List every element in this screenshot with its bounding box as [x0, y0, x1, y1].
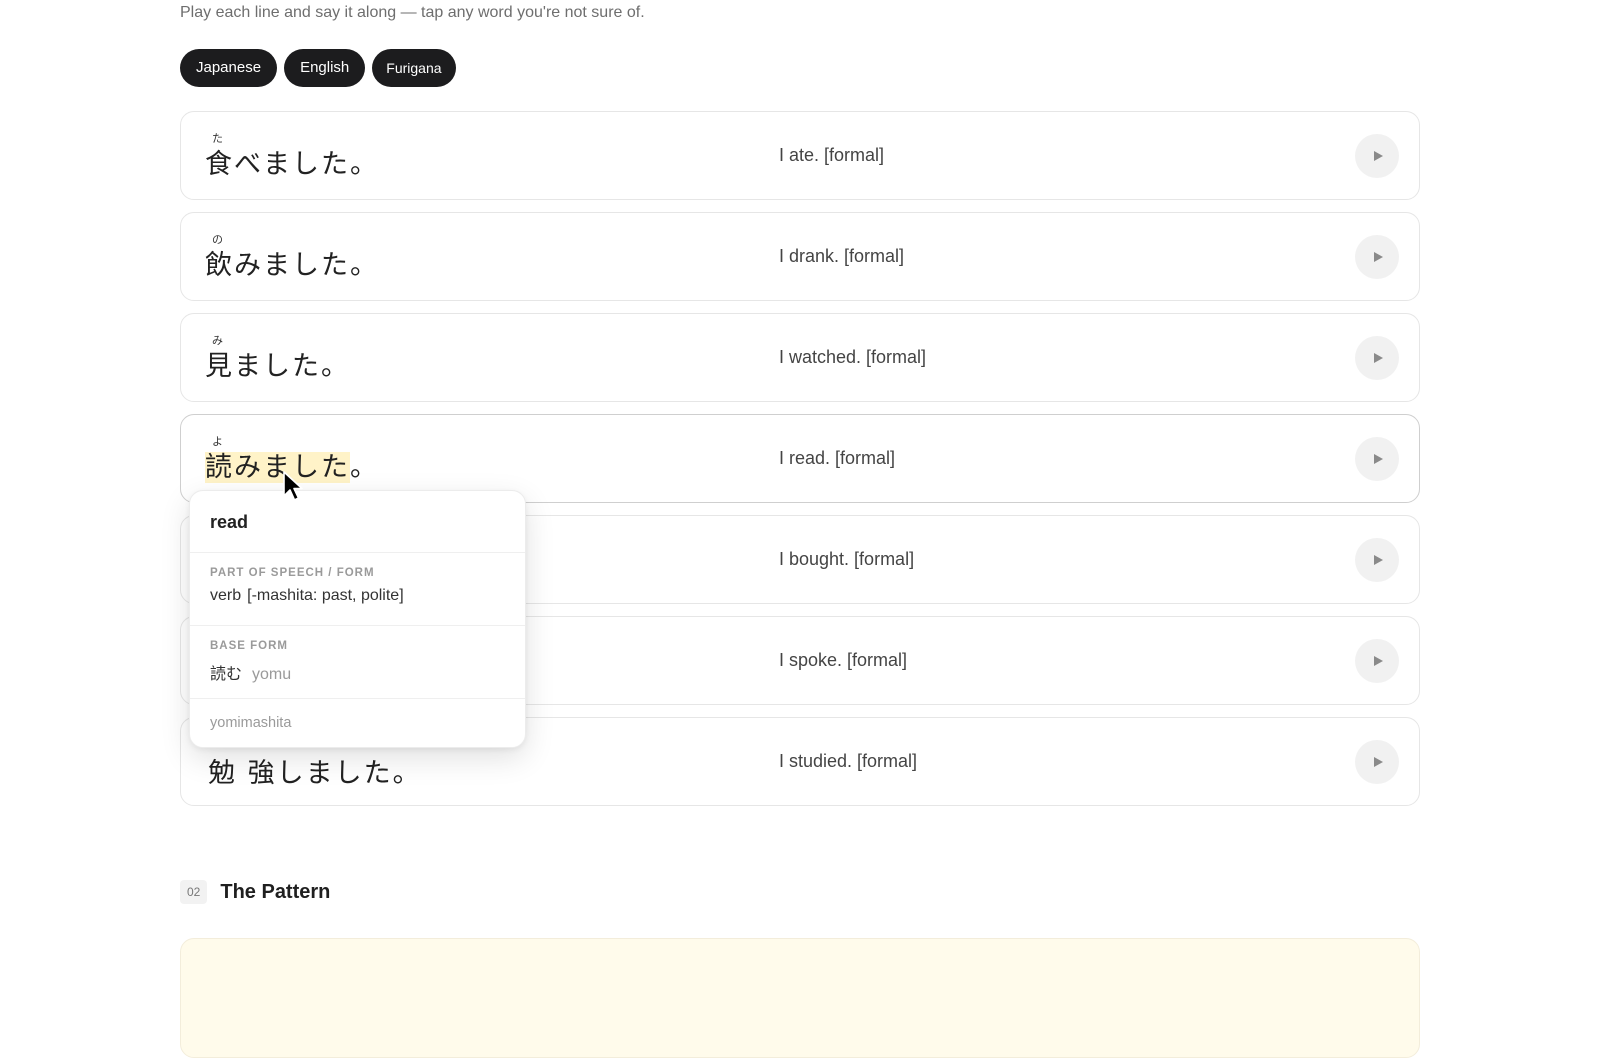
toggle-japanese[interactable]: Japanese	[180, 49, 278, 87]
play-icon	[1374, 353, 1383, 363]
mouse-pointer-icon	[283, 471, 303, 501]
english-translation: I watched. [formal]	[779, 347, 927, 367]
pos: verb	[210, 587, 242, 604]
toggle-english[interactable]: English	[284, 49, 366, 87]
english-translation: I drank. [formal]	[779, 246, 905, 266]
play-icon	[1374, 656, 1383, 666]
toggle-furigana[interactable]: Furigana	[372, 49, 456, 87]
page-subtitle: Play each line and say it along — tap an…	[180, 4, 645, 21]
word-definition-popover: read PART OF SPEECH / FORM verb [-mashita…	[189, 490, 526, 748]
base-form: 読む	[210, 666, 243, 683]
sentence-row: の 飲みました。 I drank. [formal]	[180, 212, 1420, 301]
highlighted-word[interactable]: 読みました	[205, 452, 350, 483]
english-translation: I bought. [formal]	[779, 549, 915, 569]
sentence-row: た 食べました。 I ate. [formal]	[180, 111, 1420, 200]
word-rest[interactable]: 勉 強しました。	[208, 758, 422, 789]
form: [-mashita: past, polite]	[247, 587, 404, 604]
word-rest[interactable]: 。	[350, 452, 379, 483]
pos-value: verb [-mashita: past, polite]	[210, 587, 505, 605]
word-kanji[interactable]: 食	[205, 149, 234, 180]
play-button[interactable]	[1355, 538, 1399, 582]
word-rest[interactable]: べました。	[234, 149, 379, 180]
play-button[interactable]	[1355, 336, 1399, 380]
english-translation: I read. [formal]	[779, 448, 896, 468]
english-translation: I spoke. [formal]	[779, 650, 908, 670]
japanese-sentence[interactable]: 飲みました。	[205, 243, 379, 282]
base-romaji: yomu	[252, 666, 292, 683]
base-label: BASE FORM	[210, 640, 288, 652]
section-number: 02	[180, 880, 208, 904]
play-icon	[1374, 454, 1383, 464]
play-button[interactable]	[1355, 134, 1399, 178]
sentence-row: み 見ました。 I watched. [formal]	[180, 313, 1420, 402]
japanese-sentence[interactable]: 勉 強しました。	[208, 751, 422, 790]
word-rest[interactable]: みました。	[234, 250, 379, 281]
pattern-card	[180, 938, 1420, 1058]
popover-word: read	[190, 491, 525, 553]
play-button[interactable]	[1355, 639, 1399, 683]
section-header: 02 The Pattern	[180, 880, 330, 904]
section-title: The Pattern	[220, 880, 331, 903]
play-icon	[1374, 252, 1383, 262]
play-icon	[1374, 151, 1383, 161]
japanese-sentence[interactable]: 食べました。	[205, 142, 379, 181]
popover-base-section: BASE FORM 読む yomu	[190, 626, 525, 699]
word-rest[interactable]: ました。	[234, 351, 350, 382]
english-translation: I ate. [formal]	[779, 145, 885, 165]
play-button[interactable]	[1355, 740, 1399, 784]
base-value: 読む yomu	[210, 660, 505, 684]
play-button[interactable]	[1355, 437, 1399, 481]
popover-pos-section: PART OF SPEECH / FORM verb [-mashita: pas…	[190, 553, 525, 626]
word-kanji[interactable]: 飲	[205, 250, 234, 281]
play-icon	[1374, 555, 1383, 565]
display-toggles: Japanese English Furigana	[180, 49, 456, 87]
play-icon	[1374, 757, 1383, 767]
pos-label: PART OF SPEECH / FORM	[210, 567, 375, 579]
play-button[interactable]	[1355, 235, 1399, 279]
popover-romaji: yomimashita	[210, 715, 292, 731]
english-translation: I studied. [formal]	[779, 751, 918, 771]
japanese-sentence[interactable]: 見ました。	[205, 344, 350, 383]
word-kanji[interactable]: 見	[205, 351, 234, 382]
